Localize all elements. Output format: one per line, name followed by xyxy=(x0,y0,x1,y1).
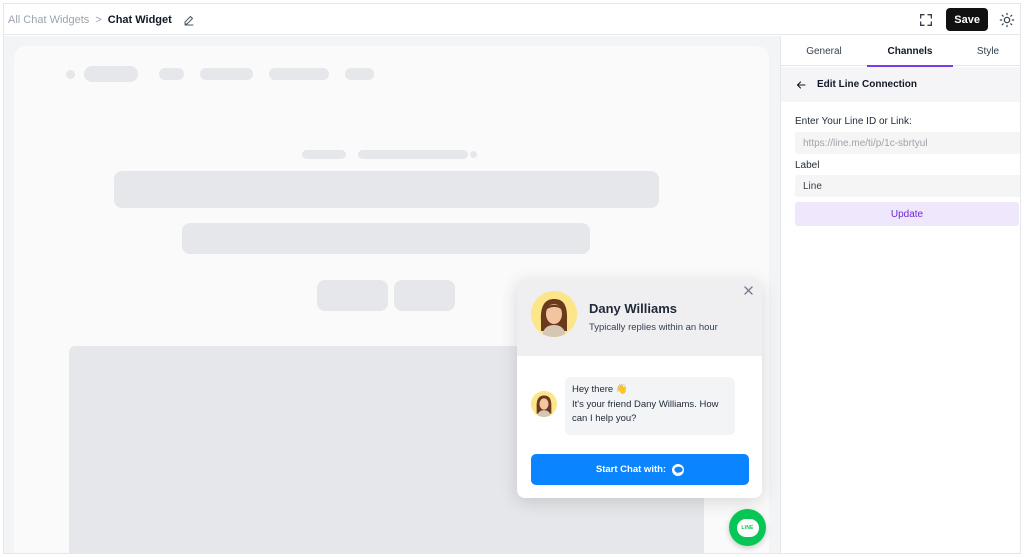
top-bar: All Chat Widgets > Chat Widget Save xyxy=(4,4,1020,35)
agent-name: Dany Williams xyxy=(589,301,678,316)
close-icon[interactable] xyxy=(742,284,754,296)
start-chat-label: Start Chat with: xyxy=(595,464,667,475)
page-title: Chat Widget xyxy=(107,13,172,26)
edit-connection-title: Edit Line Connection xyxy=(817,79,917,90)
line-id-input[interactable] xyxy=(795,132,1020,154)
label-field-label: Label xyxy=(795,160,820,171)
line-logo-icon: LINE xyxy=(736,518,759,537)
line-logo-icon xyxy=(672,463,685,476)
toolbar: Save xyxy=(918,4,1020,35)
start-chat-button[interactable]: Start Chat with: xyxy=(531,454,749,485)
theme-toggle-sun-icon[interactable] xyxy=(999,12,1015,28)
agent-status: Typically replies within an hour xyxy=(589,322,718,333)
skeleton-eyebrow xyxy=(302,150,346,159)
tab-general[interactable]: General xyxy=(781,36,867,66)
agent-avatar xyxy=(531,291,577,337)
line-id-label: Enter Your Line ID or Link: xyxy=(795,116,912,127)
message-line: It's your friend Dany Williams. How xyxy=(572,398,719,410)
label-input[interactable] xyxy=(795,175,1020,197)
breadcrumb-parent-link[interactable]: All Chat Widgets xyxy=(8,14,89,26)
line-chat-launcher-button[interactable]: LINE xyxy=(729,509,766,546)
settings-panel: General Channels Style Edit Line Connect… xyxy=(780,36,1020,553)
skeleton-button xyxy=(394,280,455,311)
tab-channels[interactable]: Channels xyxy=(867,36,953,67)
skeleton-nav-item xyxy=(345,68,374,80)
skeleton-nav-item xyxy=(200,68,253,80)
breadcrumb-separator: > xyxy=(95,13,102,26)
skeleton-logo xyxy=(66,70,75,79)
skeleton-headline xyxy=(114,171,659,208)
message-line: Hey there 👋 xyxy=(572,384,628,395)
skeleton-dot xyxy=(470,151,477,158)
widget-header: Dany Williams Typically replies within a… xyxy=(517,279,762,356)
edit-connection-header: Edit Line Connection xyxy=(781,67,1020,102)
app-frame: All Chat Widgets > Chat Widget Save Gene… xyxy=(3,3,1021,554)
skeleton-button xyxy=(317,280,388,311)
fab-label: LINE xyxy=(741,524,754,531)
skeleton-subheadline xyxy=(182,223,590,254)
message-avatar xyxy=(531,391,557,417)
message-line: can I help you? xyxy=(572,413,637,424)
save-button[interactable]: Save xyxy=(946,8,988,31)
skeleton-eyebrow xyxy=(358,150,468,159)
skeleton-nav-item xyxy=(84,66,138,82)
update-button[interactable]: Update xyxy=(795,202,1019,226)
edit-pencil-icon[interactable] xyxy=(182,13,196,27)
chat-widget-popup: Dany Williams Typically replies within a… xyxy=(517,279,762,498)
back-arrow-icon[interactable] xyxy=(795,79,807,91)
panel-tabs: General Channels Style xyxy=(781,36,1020,67)
skeleton-nav-item xyxy=(159,68,184,80)
breadcrumb: All Chat Widgets > Chat Widget xyxy=(8,4,196,35)
tab-style[interactable]: Style xyxy=(953,36,1020,66)
skeleton-nav-item xyxy=(269,68,329,80)
fullscreen-icon[interactable] xyxy=(918,12,934,28)
message-bubble: Hey there 👋 It's your friend Dany Willia… xyxy=(565,377,735,435)
